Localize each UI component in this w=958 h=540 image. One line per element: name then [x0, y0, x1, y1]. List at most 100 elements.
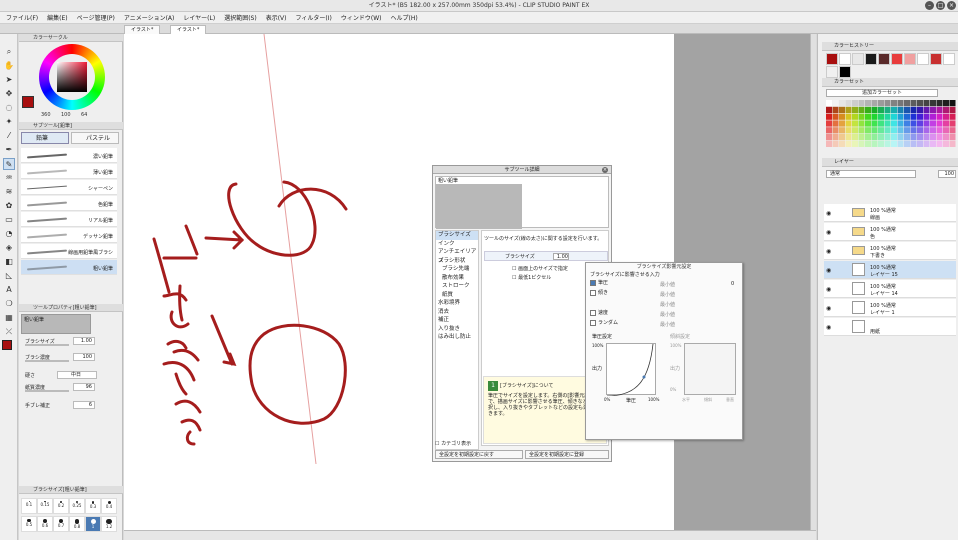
category-item[interactable]: 補正: [436, 316, 478, 325]
tilt-checkbox[interactable]: [590, 289, 596, 296]
figure-icon[interactable]: ◺: [3, 270, 15, 282]
color-set-dropdown[interactable]: 追加カラーセット: [826, 89, 938, 97]
menu-window[interactable]: ウィンドウ(W): [341, 13, 382, 22]
size-preset-cell[interactable]: 0.15: [37, 498, 53, 514]
layer-item[interactable]: ◉ 100 %通常色: [824, 223, 956, 241]
airbrush-icon[interactable]: ≋: [3, 186, 15, 198]
category-item[interactable]: アンチエイリアス: [436, 248, 478, 264]
history-color-swatch[interactable]: [852, 53, 864, 65]
menu-edit[interactable]: 編集(E): [47, 13, 67, 22]
history-color-swatch[interactable]: [839, 66, 851, 78]
menu-page[interactable]: ページ管理(P): [77, 13, 115, 22]
pressure-checkbox[interactable]: [590, 279, 596, 286]
size-preset-cell[interactable]: 0.5: [21, 516, 37, 532]
pressure-min-value[interactable]: 0: [731, 281, 734, 287]
size-preset-cell[interactable]: 0.1: [21, 498, 37, 514]
close-button[interactable]: ×: [947, 1, 956, 10]
visibility-eye-icon[interactable]: ◉: [826, 229, 831, 236]
category-item[interactable]: はみ出し防止: [436, 333, 478, 342]
history-color-swatch[interactable]: [878, 53, 890, 65]
brush-item-selected[interactable]: 粗い鉛筆: [21, 260, 117, 275]
visibility-eye-icon[interactable]: ◉: [826, 267, 831, 274]
size-preset-cell[interactable]: 0.6: [37, 516, 53, 532]
hardness-value[interactable]: 中日: [57, 371, 97, 379]
history-color-swatch[interactable]: [930, 53, 942, 65]
visibility-eye-icon[interactable]: ◉: [826, 305, 831, 312]
paper-density-value[interactable]: 96: [73, 383, 95, 391]
eyedropper-icon[interactable]: ⁄: [3, 130, 15, 142]
tab-document-1[interactable]: イラスト*: [124, 25, 161, 34]
stabilize-row[interactable]: 手ブレ補正 6: [21, 400, 117, 411]
size-preset-cell[interactable]: 0.8: [69, 516, 85, 532]
menu-animation[interactable]: アニメーション(A): [124, 13, 175, 22]
pen-icon[interactable]: ✒: [3, 144, 15, 156]
category-item[interactable]: 紙質: [436, 291, 478, 300]
maximize-button[interactable]: □: [936, 1, 945, 10]
size-preset-cell[interactable]: 0.25: [69, 498, 85, 514]
gradient-icon[interactable]: ◧: [3, 256, 15, 268]
text-icon[interactable]: A: [3, 284, 15, 296]
blend-mode-dropdown[interactable]: 通常: [826, 170, 916, 178]
category-item[interactable]: 散布効果: [436, 274, 478, 283]
dialog-close-button[interactable]: ×: [602, 167, 608, 173]
setting-brush-size-value[interactable]: 1.00: [553, 253, 569, 260]
category-item[interactable]: ストローク: [436, 282, 478, 291]
category-item[interactable]: 入り抜き: [436, 325, 478, 334]
fill-icon[interactable]: ◈: [3, 242, 15, 254]
main-color-swatch[interactable]: [2, 340, 12, 350]
pencil-icon[interactable]: ✎: [3, 158, 15, 170]
history-color-swatch[interactable]: [904, 53, 916, 65]
category-item[interactable]: 消去: [436, 308, 478, 317]
visibility-eye-icon[interactable]: ◉: [826, 286, 831, 293]
paper-density-slider[interactable]: [25, 390, 69, 392]
density-slider[interactable]: [25, 360, 69, 362]
random-checkbox[interactable]: [590, 319, 596, 326]
brush-item[interactable]: シャーペン: [21, 180, 117, 195]
eraser-icon[interactable]: ▭: [3, 214, 15, 226]
menu-file[interactable]: ファイル(F): [6, 13, 38, 22]
size-preset-cell[interactable]: 0.3: [85, 498, 101, 514]
tab-document-2[interactable]: イラスト*: [170, 25, 207, 34]
decoration-icon[interactable]: ✿: [3, 200, 15, 212]
magic-wand-icon[interactable]: ✦: [3, 116, 15, 128]
category-item[interactable]: ブラシサイズ: [436, 231, 478, 240]
visibility-eye-icon[interactable]: ◉: [826, 210, 831, 217]
density-value[interactable]: 100: [73, 353, 95, 361]
category-item[interactable]: 水彩境界: [436, 299, 478, 308]
menu-help[interactable]: ヘルプ(H): [390, 13, 417, 22]
size-preset-cell[interactable]: 1.2: [101, 516, 117, 532]
speed-checkbox[interactable]: [590, 309, 596, 316]
brush-item[interactable]: 線画用鉛筆風ブラシ: [21, 244, 117, 259]
layer-item[interactable]: ◉ 100 %通常 下書き: [824, 242, 956, 260]
check-min-pixel[interactable]: ☐ 最低1ピクセル: [512, 274, 551, 281]
brush-size-value[interactable]: 1.00: [73, 337, 95, 345]
zoom-icon[interactable]: ⌕: [3, 46, 15, 58]
menu-view[interactable]: 表示(V): [266, 13, 287, 22]
pressure-curve-graph[interactable]: [606, 343, 656, 397]
brush-item[interactable]: 色鉛筆: [21, 196, 117, 211]
canvas-vertical-scrollbar[interactable]: [810, 34, 816, 530]
layer-item[interactable]: ◉ 100 %通常 レイヤー 1: [824, 299, 956, 317]
influence-speed[interactable]: 速度: [590, 309, 608, 318]
canvas-horizontal-scrollbar[interactable]: [124, 530, 816, 540]
brush-size-row[interactable]: ブラシサイズ 1.00: [21, 336, 117, 347]
object-select-icon[interactable]: ➤: [3, 74, 15, 86]
hardness-row[interactable]: 硬さ 中日: [21, 370, 117, 381]
density-row[interactable]: ブラシ濃度 100: [21, 352, 117, 363]
blend-icon[interactable]: ◔: [3, 228, 15, 240]
category-item[interactable]: インク: [436, 240, 478, 249]
main-color-indicator[interactable]: [22, 96, 34, 108]
category-item[interactable]: ブラシ先端: [436, 265, 478, 274]
menu-filter[interactable]: フィルター(I): [296, 13, 332, 22]
brush-item[interactable]: 濃い鉛筆: [21, 148, 117, 163]
brush-size-slider[interactable]: [25, 344, 69, 346]
register-defaults-button[interactable]: 全設定を初期設定に登録: [525, 450, 609, 459]
correct-line-icon[interactable]: ⤫: [3, 326, 15, 338]
brush-icon[interactable]: ♒: [3, 172, 15, 184]
layer-opacity-field[interactable]: 100: [938, 170, 956, 178]
paper-density-row[interactable]: 紙質濃度 96: [21, 382, 117, 393]
move-icon[interactable]: ✥: [3, 88, 15, 100]
balloon-icon[interactable]: ❍: [3, 298, 15, 310]
history-color-swatch[interactable]: [917, 53, 929, 65]
layer-item[interactable]: ◉ 100 %通常 レイヤー 15: [824, 261, 956, 279]
